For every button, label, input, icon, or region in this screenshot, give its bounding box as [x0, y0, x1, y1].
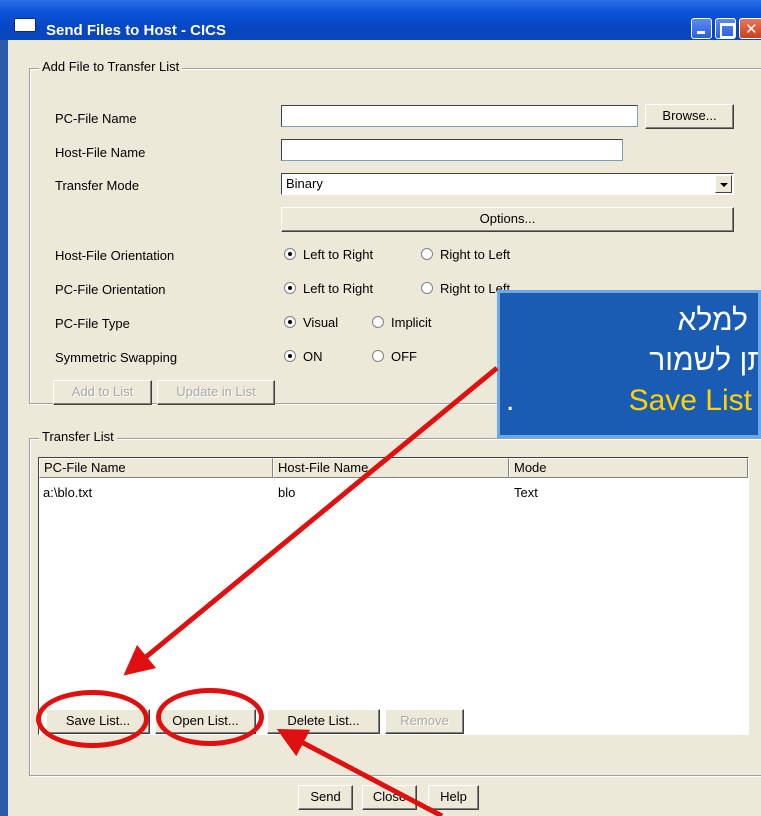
callout-period: . — [506, 384, 515, 417]
add-to-list-button[interactable]: Add to List — [53, 380, 152, 405]
add-file-group-label: Add File to Transfer List — [39, 59, 183, 74]
title-bar[interactable]: Send Files to Host - CICS — [0, 0, 761, 40]
delete-list-button[interactable]: Delete List... — [267, 709, 380, 734]
pc-file-type-label: PC-File Type — [55, 316, 130, 331]
radio-unselected-icon — [421, 248, 433, 260]
radio-selected-icon — [284, 316, 296, 328]
callout-line-2: תן לשמור — [649, 344, 761, 377]
transfer-mode-select[interactable]: Binary — [281, 173, 734, 195]
options-button[interactable]: Options... — [281, 207, 734, 232]
transfer-mode-value: Binary — [286, 176, 323, 191]
host-orientation-ltr-radio[interactable]: Left to Right — [284, 247, 373, 262]
callout-line-3: Save List — [500, 381, 758, 421]
host-orientation-rtl-radio[interactable]: Right to Left — [421, 247, 510, 262]
radio-unselected-icon — [372, 316, 384, 328]
close-icon[interactable] — [739, 18, 761, 39]
callout-line-1: ן למלא — [677, 304, 761, 337]
close-button[interactable]: Close — [362, 785, 417, 810]
radio-selected-icon — [284, 350, 296, 362]
swap-off-radio[interactable]: OFF — [372, 349, 417, 364]
column-header-host-file[interactable]: Host-File Name — [273, 458, 509, 478]
host-orientation-label: Host-File Orientation — [55, 248, 175, 263]
radio-unselected-icon — [372, 350, 384, 362]
minimize-icon[interactable] — [691, 18, 712, 39]
annotation-callout: ן למלא תן לשמור Save List . — [497, 290, 761, 438]
transfer-list-group-label: Transfer List — [39, 429, 117, 444]
column-header-mode[interactable]: Mode — [509, 458, 748, 478]
radio-selected-icon — [284, 248, 296, 260]
pc-type-implicit-radio[interactable]: Implicit — [372, 315, 431, 330]
column-header-pc-file[interactable]: PC-File Name — [39, 458, 273, 478]
remove-button[interactable]: Remove — [385, 709, 464, 734]
update-in-list-button[interactable]: Update in List — [157, 380, 275, 405]
open-list-button[interactable]: Open List... — [155, 709, 256, 734]
radio-selected-icon — [284, 282, 296, 294]
transfer-mode-label: Transfer Mode — [55, 178, 140, 193]
host-file-name-label: Host-File Name — [55, 145, 146, 160]
dropdown-arrow-icon[interactable] — [715, 175, 732, 193]
row-mode-cell: Text — [514, 485, 538, 500]
pc-orientation-ltr-radio[interactable]: Left to Right — [284, 281, 373, 296]
symmetric-swapping-label: Symmetric Swapping — [55, 350, 178, 365]
browse-button[interactable]: Browse... — [645, 104, 734, 129]
pc-type-visual-radio[interactable]: Visual — [284, 315, 338, 330]
pc-file-name-label: PC-File Name — [55, 111, 137, 126]
transfer-list-view[interactable]: PC-File Name Host-File Name Mode a:\blo.… — [38, 457, 749, 735]
save-list-button[interactable]: Save List... — [46, 709, 150, 734]
row-host-file-cell: blo — [278, 485, 296, 500]
host-file-name-input[interactable] — [281, 139, 623, 161]
send-button[interactable]: Send — [298, 785, 353, 810]
pc-file-name-input[interactable] — [281, 105, 638, 127]
pc-orientation-label: PC-File Orientation — [55, 282, 166, 297]
radio-unselected-icon — [421, 282, 433, 294]
maximize-icon[interactable] — [715, 18, 736, 39]
callout-highlight: Save List — [628, 384, 752, 417]
swap-on-radio[interactable]: ON — [284, 349, 323, 364]
help-button[interactable]: Help — [428, 785, 479, 810]
window-title: Send Files to Host - CICS — [46, 22, 227, 39]
row-pc-file-cell: a:\blo.txt — [43, 485, 93, 500]
app-icon — [14, 18, 36, 32]
